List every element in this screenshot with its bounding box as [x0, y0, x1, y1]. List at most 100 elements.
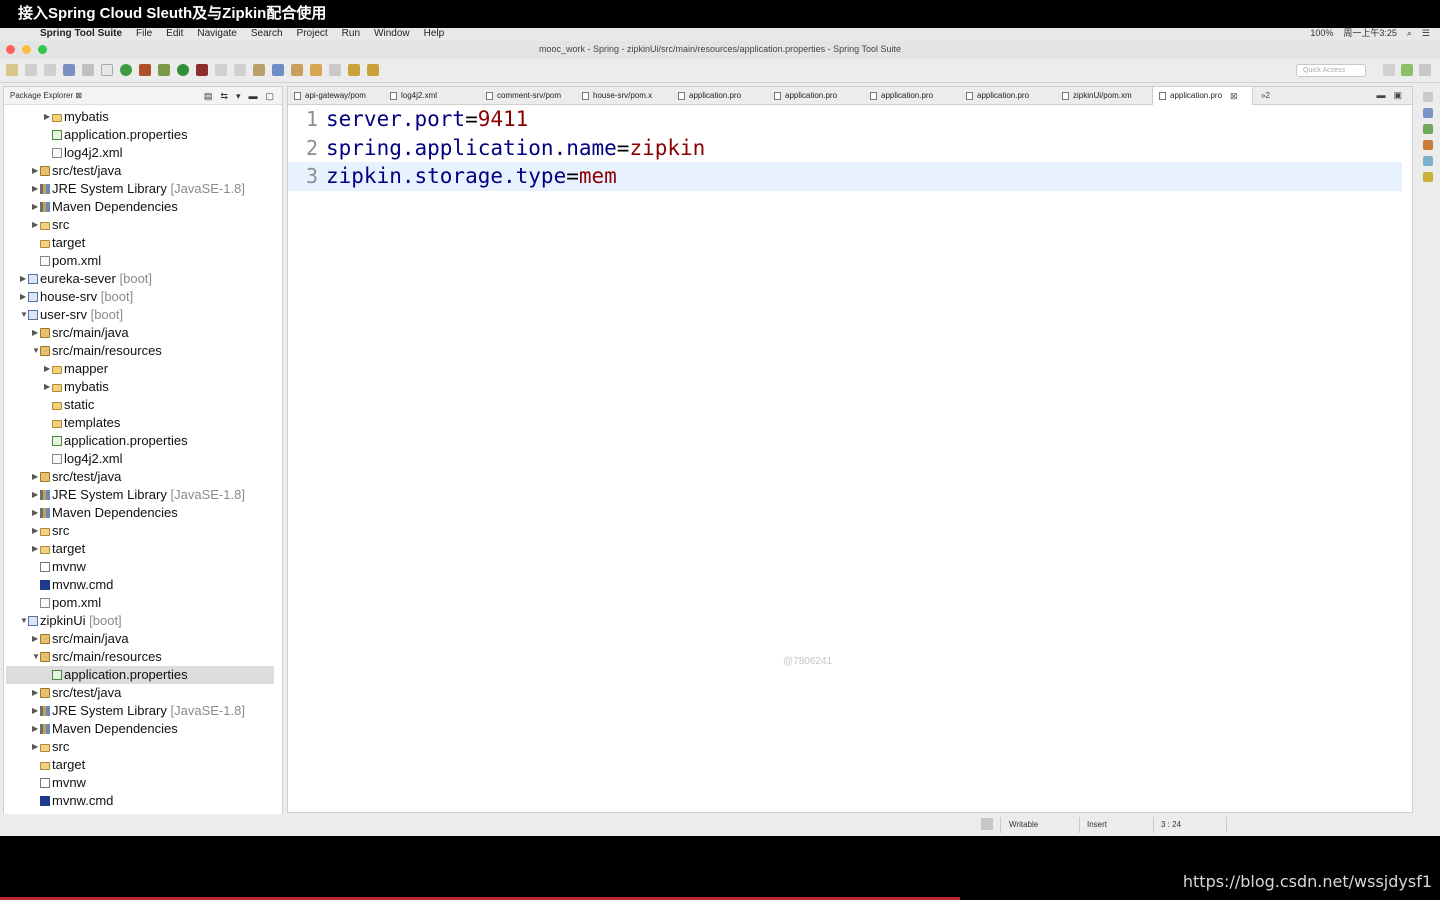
tree-item[interactable]: ▶ Maven Dependencies: [4, 198, 282, 216]
quick-access-input[interactable]: Quick Access: [1296, 64, 1366, 77]
menu-file[interactable]: File: [136, 28, 152, 39]
problems-icon[interactable]: [1423, 140, 1433, 150]
menu-window[interactable]: Window: [374, 28, 410, 39]
outline-icon[interactable]: [1423, 108, 1433, 118]
collapse-all-icon[interactable]: ▤: [204, 87, 213, 105]
editor-tab[interactable]: application.pro: [672, 87, 768, 105]
tree-item[interactable]: ▶ src: [4, 216, 282, 234]
tree-item[interactable]: target: [4, 234, 282, 252]
tasks-icon[interactable]: [1423, 124, 1433, 134]
editor-tab[interactable]: application.pro: [864, 87, 960, 105]
tree-item[interactable]: pom.xml: [4, 252, 282, 270]
tree-item[interactable]: ▶ src/test/java: [4, 162, 282, 180]
console-icon[interactable]: [63, 64, 75, 76]
menu-search[interactable]: Search: [251, 28, 283, 39]
relaunch-icon[interactable]: [139, 64, 151, 76]
tree-item[interactable]: ▼ src/main/resources: [4, 342, 282, 360]
tree-item[interactable]: mvnw.cmd: [4, 792, 282, 810]
save-icon[interactable]: [25, 64, 37, 76]
editor-tab[interactable]: log4j2.xml: [384, 87, 480, 105]
code-editor[interactable]: 1 server.port=9411 2 spring.application.nam…: [288, 105, 1412, 191]
tree-item[interactable]: application.properties: [4, 126, 282, 144]
menu-list-icon[interactable]: ☰: [1422, 28, 1430, 39]
view-menu-icon[interactable]: ▾: [236, 87, 241, 105]
collapse-arrow-icon[interactable]: ▼: [20, 612, 28, 630]
run-icon[interactable]: [177, 64, 189, 76]
minimize-editor-icon[interactable]: ▬: [1376, 87, 1385, 103]
package-explorer-title[interactable]: Package Explorer: [10, 91, 73, 100]
menu-navigate[interactable]: Navigate: [197, 28, 236, 39]
tree-item[interactable]: ▶ src/test/java: [4, 468, 282, 486]
search-icon[interactable]: ⌕: [1407, 28, 1412, 39]
collapse-arrow-icon[interactable]: ▼: [32, 342, 40, 360]
expand-arrow-icon[interactable]: ▶: [32, 684, 38, 702]
restore-icon[interactable]: [1423, 92, 1433, 102]
debug-icon[interactable]: [158, 64, 170, 76]
expand-arrow-icon[interactable]: ▶: [44, 360, 50, 378]
tree-item[interactable]: ▶ house-srv [boot]: [4, 288, 282, 306]
collapse-arrow-icon[interactable]: ▼: [20, 306, 28, 324]
editor-tab[interactable]: application.pro: [960, 87, 1056, 105]
tree-item[interactable]: static: [4, 396, 282, 414]
minimize-view-icon[interactable]: ▬: [248, 87, 257, 105]
editor-tab[interactable]: api-gateway/pom: [288, 87, 384, 105]
app-menu[interactable]: Spring Tool Suite: [40, 28, 122, 39]
editor-tab[interactable]: application.pro: [768, 87, 864, 105]
back-icon[interactable]: [348, 64, 360, 76]
close-tab-icon[interactable]: ⊠: [1230, 87, 1238, 105]
tree-item[interactable]: ▶ src/test/java: [4, 684, 282, 702]
expand-arrow-icon[interactable]: ▶: [44, 108, 50, 126]
new-wizard-icon[interactable]: [215, 64, 227, 76]
tree-item[interactable]: ▶ JRE System Library [JavaSE-1.8]: [4, 702, 282, 720]
tree-item[interactable]: ▶ mapper: [4, 360, 282, 378]
expand-arrow-icon[interactable]: ▶: [32, 522, 38, 540]
code-line[interactable]: 3 zipkin.storage.type=mem: [288, 162, 1402, 191]
editor-tab[interactable]: zipkinUi/pom.xm: [1056, 87, 1152, 105]
menu-project[interactable]: Project: [297, 28, 328, 39]
tree-item[interactable]: ▶ eureka-sever [boot]: [4, 270, 282, 288]
search-toolbar-icon[interactable]: [272, 64, 284, 76]
menu-run[interactable]: Run: [342, 28, 360, 39]
tree-item[interactable]: ▶ Maven Dependencies: [4, 504, 282, 522]
tree-item[interactable]: pom.xml: [4, 594, 282, 612]
tree-item[interactable]: ▶ Maven Dependencies: [4, 720, 282, 738]
tree-item[interactable]: mvnw: [4, 558, 282, 576]
link-editor-icon[interactable]: ⇆: [220, 87, 228, 105]
maximize-view-icon[interactable]: ▢: [265, 87, 274, 105]
expand-arrow-icon[interactable]: ▶: [32, 198, 38, 216]
tree-item[interactable]: target: [4, 756, 282, 774]
menu-help[interactable]: Help: [424, 28, 445, 39]
tree-item[interactable]: ▶ src/main/java: [4, 324, 282, 342]
tree-item[interactable]: ▼ zipkinUi [boot]: [4, 612, 282, 630]
forward-icon[interactable]: [367, 64, 379, 76]
tree-item[interactable]: ▶ JRE System Library [JavaSE-1.8]: [4, 486, 282, 504]
boot-dashboard-icon[interactable]: [1423, 156, 1433, 166]
tab-overflow-button[interactable]: »2: [1253, 87, 1270, 104]
pin-icon[interactable]: [1423, 172, 1433, 182]
tree-item[interactable]: ▶ target: [4, 540, 282, 558]
expand-arrow-icon[interactable]: ▶: [32, 720, 38, 738]
expand-arrow-icon[interactable]: ▶: [32, 180, 38, 198]
expand-arrow-icon[interactable]: ▶: [32, 162, 38, 180]
tree-item[interactable]: ▶ src: [4, 522, 282, 540]
editor-tab[interactable]: comment-srv/pom: [480, 87, 576, 105]
save-all-icon[interactable]: [44, 64, 56, 76]
expand-arrow-icon[interactable]: ▶: [32, 630, 38, 648]
toggle-icon[interactable]: [101, 64, 113, 76]
tree-item[interactable]: log4j2.xml: [4, 144, 282, 162]
spring-perspective-icon[interactable]: [1401, 64, 1413, 76]
tree-item[interactable]: ▶ mybatis: [4, 108, 282, 126]
tree-item[interactable]: ▶ JRE System Library [JavaSE-1.8]: [4, 180, 282, 198]
expand-arrow-icon[interactable]: ▶: [32, 486, 38, 504]
tree-item[interactable]: ▼ src/main/resources: [4, 648, 282, 666]
tree-item[interactable]: ▶ src/main/java: [4, 630, 282, 648]
tree-item[interactable]: ▶ src: [4, 738, 282, 756]
debug-perspective-icon[interactable]: [1419, 64, 1431, 76]
expand-arrow-icon[interactable]: ▶: [44, 378, 50, 396]
new-file-icon[interactable]: [6, 64, 18, 76]
annotation-icon[interactable]: [329, 64, 341, 76]
refactor-icon[interactable]: [234, 64, 246, 76]
expand-arrow-icon[interactable]: ▶: [20, 270, 26, 288]
editor-tab[interactable]: house-srv/pom.x: [576, 87, 672, 105]
tree-item[interactable]: log4j2.xml: [4, 450, 282, 468]
